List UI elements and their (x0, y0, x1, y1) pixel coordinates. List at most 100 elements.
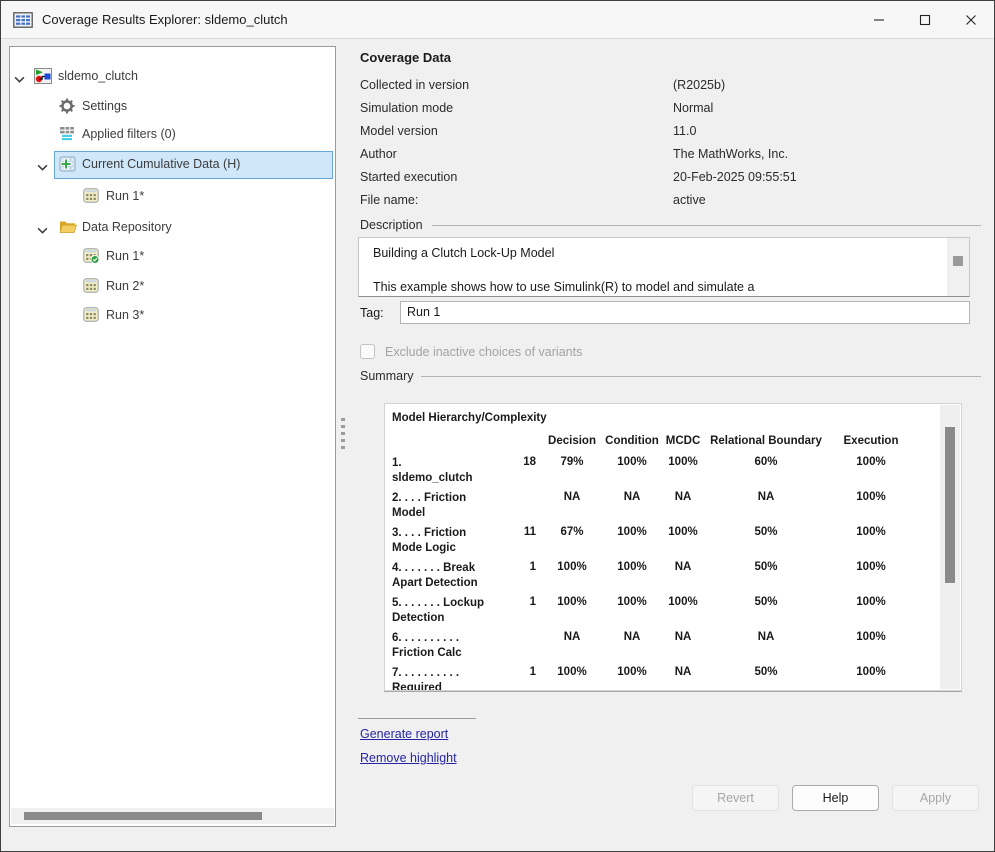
tree-item-label: Run 1* (106, 249, 144, 263)
run-checked-icon (83, 248, 100, 267)
maximize-icon (919, 14, 931, 26)
description-scrollbar-thumb[interactable] (953, 256, 963, 266)
col-header-execution: Execution (826, 435, 916, 456)
results-tree-panel: sldemo_clutch (9, 46, 336, 827)
coverage-results-explorer-window: Coverage Results Explorer: sldemo_clutch (0, 0, 995, 852)
title-bar: Coverage Results Explorer: sldemo_clutch (1, 1, 994, 39)
tag-label: Tag: (360, 306, 384, 320)
tree-item-label: Current Cumulative Data (H) (82, 157, 240, 171)
remove-highlight-link[interactable]: Remove highlight (360, 751, 457, 765)
field-value: 11.0 (673, 124, 696, 138)
folder-icon (59, 219, 77, 237)
tree-item-run2-repository[interactable]: Run 2* (10, 273, 335, 301)
field-value: active (673, 193, 706, 207)
chevron-down-icon[interactable] (37, 223, 49, 233)
gear-icon (59, 98, 75, 117)
links-divider (358, 718, 476, 719)
run-icon (83, 278, 99, 296)
field-simulation-mode: Simulation mode Normal (360, 101, 453, 117)
field-value: Normal (673, 101, 713, 115)
field-value: The MathWorks, Inc. (673, 147, 788, 161)
table-row: 1.sldemo_clutch 18 79% 100% 100% 60% 100… (392, 456, 940, 491)
run-icon (83, 307, 99, 325)
field-label: Simulation mode (360, 101, 453, 115)
field-label: Collected in version (360, 78, 469, 92)
close-icon (965, 14, 977, 26)
summary-table: Model Hierarchy/Complexity Decision Cond… (384, 403, 962, 691)
maximize-button[interactable] (902, 1, 948, 38)
tree-item-label: Run 3* (106, 308, 144, 322)
table-row: 4. . . . . . . BreakApart Detection 1 10… (392, 561, 940, 596)
panel-splitter-handle[interactable] (339, 418, 347, 454)
cumulative-data-icon (59, 156, 76, 175)
tree-item-label: Applied filters (0) (82, 127, 176, 141)
apply-button[interactable]: Apply (892, 785, 979, 811)
tree-item-run3-repository[interactable]: Run 3* (10, 302, 335, 330)
tree-item-label: Run 1* (106, 189, 144, 203)
tree-item-label: Data Repository (82, 220, 172, 234)
simulink-model-icon (34, 68, 52, 87)
field-started-execution: Started execution 20-Feb-2025 09:55:51 (360, 170, 457, 186)
tree-item-applied-filters[interactable]: Applied filters (0) (10, 121, 335, 149)
table-row: 5. . . . . . . LockupDetection 1 100% 10… (392, 596, 940, 631)
summary-label: Summary (360, 369, 413, 383)
chevron-down-icon[interactable] (14, 72, 26, 82)
field-file-name: File name: active (360, 193, 418, 209)
col-header-mcdc: MCDC (660, 435, 706, 456)
description-textarea[interactable]: Building a Clutch Lock-Up Model This exa… (358, 237, 970, 297)
description-scrollbar[interactable] (947, 238, 969, 296)
description-line1: Building a Clutch Lock-Up Model (373, 246, 554, 260)
applied-filters-icon (59, 126, 77, 144)
field-label: Started execution (360, 170, 457, 184)
tree-horizontal-scrollbar[interactable] (11, 808, 334, 824)
help-button[interactable]: Help (792, 785, 879, 811)
revert-button[interactable]: Revert (692, 785, 779, 811)
tree-item-label: Run 2* (106, 279, 144, 293)
summary-divider (421, 376, 981, 377)
col-header-relational-boundary: Relational Boundary (706, 435, 826, 456)
field-value: (R2025b) (673, 78, 725, 92)
col-header-condition: Condition (604, 435, 660, 456)
summary-table-header: Decision Condition MCDC Relational Bound… (392, 435, 940, 456)
field-author: Author The MathWorks, Inc. (360, 147, 397, 163)
description-label: Description (360, 218, 423, 232)
col-header-decision: Decision (540, 435, 604, 456)
summary-table-title: Model Hierarchy/Complexity (392, 412, 940, 424)
summary-table-scrollbar[interactable] (940, 405, 960, 689)
tree-item-data-repository[interactable]: Data Repository (10, 214, 335, 242)
tree-item-current-cumulative-data[interactable]: Current Cumulative Data (H) (10, 151, 335, 179)
description-line2: This example shows how to use Simulink(R… (373, 280, 754, 294)
table-row: 7. . . . . . . . . .Required 1 100% 100%… (392, 666, 940, 691)
tree-item-run1-cumulative[interactable]: Run 1* (10, 183, 335, 211)
field-label: Model version (360, 124, 438, 138)
tag-input[interactable]: Run 1 (400, 301, 970, 324)
tree-item-label: Settings (82, 99, 127, 113)
exclude-variants-checkbox[interactable] (360, 344, 375, 359)
coverage-data-heading: Coverage Data (360, 50, 451, 65)
tree-item-label: sldemo_clutch (58, 69, 138, 83)
table-row: 3. . . . FrictionMode Logic 11 67% 100% … (392, 526, 940, 561)
summary-table-scrollbar-thumb[interactable] (945, 427, 955, 583)
window-title: Coverage Results Explorer: sldemo_clutch (42, 12, 288, 27)
chevron-down-icon[interactable] (37, 160, 49, 170)
run-icon (83, 188, 99, 206)
generate-report-link[interactable]: Generate report (360, 727, 448, 741)
description-divider (432, 225, 981, 226)
minimize-button[interactable] (856, 1, 902, 38)
window-controls (856, 1, 994, 38)
field-value: 20-Feb-2025 09:55:51 (673, 170, 797, 184)
field-model-version: Model version 11.0 (360, 124, 438, 140)
tree-item-settings[interactable]: Settings (10, 93, 335, 121)
tree-scrollbar-thumb[interactable] (24, 812, 262, 820)
field-label: Author (360, 147, 397, 161)
minimize-icon (873, 14, 885, 26)
tree-item-run1-repository[interactable]: Run 1* (10, 243, 335, 271)
exclude-variants-label: Exclude inactive choices of variants (385, 345, 582, 359)
tree-item-sldemo-clutch[interactable]: sldemo_clutch (10, 63, 335, 91)
close-button[interactable] (948, 1, 994, 38)
field-collected-version: Collected in version (R2025b) (360, 78, 469, 94)
coverage-table-icon (13, 12, 33, 28)
field-label: File name: (360, 193, 418, 207)
table-row: 6. . . . . . . . . .Friction Calc NA NA … (392, 631, 940, 666)
table-row: 2. . . . FrictionModel NA NA NA NA 100% (392, 491, 940, 526)
